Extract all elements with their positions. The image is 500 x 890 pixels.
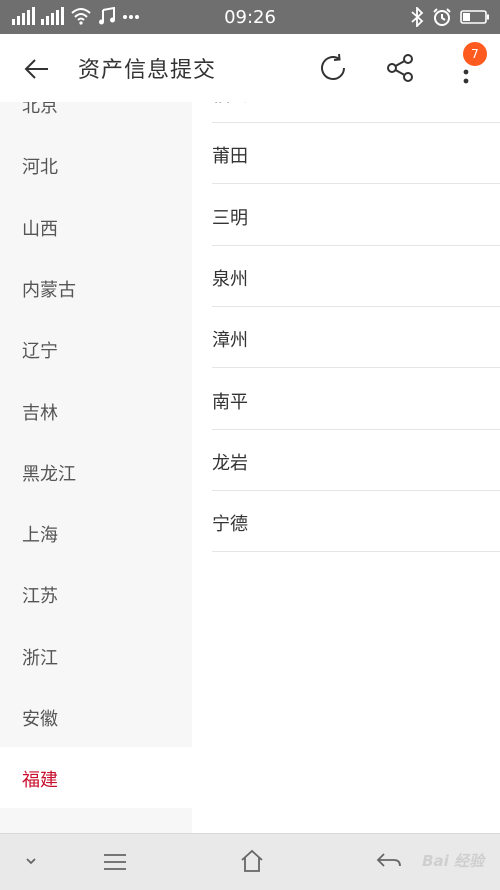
province-label: 内蒙古: [22, 279, 76, 301]
province-item[interactable]: 江西: [0, 809, 192, 833]
province-item[interactable]: 浙江: [0, 625, 192, 686]
watermark-logo: Bai 经验: [422, 852, 484, 870]
province-label: 吉林: [22, 402, 58, 424]
province-label: 浙江: [22, 647, 58, 669]
province-item[interactable]: 江苏: [0, 563, 192, 624]
province-label: 山西: [22, 218, 58, 240]
province-label: 河北: [22, 157, 58, 179]
province-item[interactable]: 河北: [0, 134, 192, 195]
page-title: 资产信息提交: [78, 58, 217, 83]
city-item[interactable]: 莆田: [212, 123, 500, 185]
back-nav-icon[interactable]: [376, 852, 402, 872]
status-bar: 09:26: [0, 0, 500, 34]
city-item[interactable]: 泉州: [212, 246, 500, 307]
city-item[interactable]: 龙岩: [212, 430, 500, 491]
province-item-selected[interactable]: 福建: [0, 747, 192, 809]
city-item[interactable]: 福州: [212, 102, 500, 123]
province-item[interactable]: 辽宁: [0, 318, 192, 379]
province-item[interactable]: 安徽: [0, 686, 192, 747]
city-label: 南平: [212, 391, 248, 413]
province-label: 安徽: [22, 709, 58, 730]
city-label: 泉州: [212, 268, 248, 290]
province-label: 江苏: [22, 586, 58, 608]
city-label: 莆田: [212, 146, 248, 168]
province-label: 福建: [22, 770, 58, 792]
province-item[interactable]: 山西: [0, 196, 192, 257]
province-item[interactable]: 黑龙江: [0, 441, 192, 502]
city-item[interactable]: 漳州: [212, 307, 500, 369]
system-nav-bar: Bai 经验: [0, 833, 500, 890]
province-item[interactable]: 吉林: [0, 380, 192, 441]
province-item[interactable]: 内蒙古: [0, 257, 192, 318]
battery-icon: [460, 10, 489, 24]
city-label: 宁德: [212, 514, 248, 536]
city-list[interactable]: 福州莆田三明泉州漳州南平龙岩宁德: [192, 102, 500, 833]
bluetooth-icon: [411, 7, 424, 27]
notification-badge: 7: [463, 42, 487, 66]
status-right-icons: [410, 7, 490, 27]
province-label: 黑龙江: [22, 463, 76, 485]
province-label: 上海: [22, 525, 58, 547]
city-item[interactable]: 南平: [212, 369, 500, 430]
share-icon[interactable]: [384, 52, 416, 84]
province-label: 北京: [22, 102, 58, 117]
menu-icon[interactable]: [102, 852, 128, 872]
refresh-icon[interactable]: [317, 52, 349, 84]
home-icon[interactable]: [239, 848, 265, 874]
app-bar: 资产信息提交 7: [0, 34, 500, 102]
alarm-icon: [433, 8, 451, 26]
city-item[interactable]: 三明: [212, 185, 500, 246]
province-label: 辽宁: [22, 341, 58, 363]
back-arrow-icon[interactable]: [22, 54, 52, 84]
city-label: 福州: [212, 102, 248, 107]
city-item[interactable]: 宁德: [212, 491, 500, 553]
province-item[interactable]: 上海: [0, 502, 192, 563]
city-label: 龙岩: [212, 452, 248, 474]
chevron-down-icon[interactable]: [24, 856, 38, 866]
province-list[interactable]: 北京河北山西内蒙古辽宁吉林黑龙江上海江苏浙江安徽福建江西: [0, 102, 192, 833]
province-item[interactable]: 北京: [0, 102, 192, 134]
city-label: 漳州: [212, 330, 248, 352]
city-label: 三明: [212, 207, 248, 229]
